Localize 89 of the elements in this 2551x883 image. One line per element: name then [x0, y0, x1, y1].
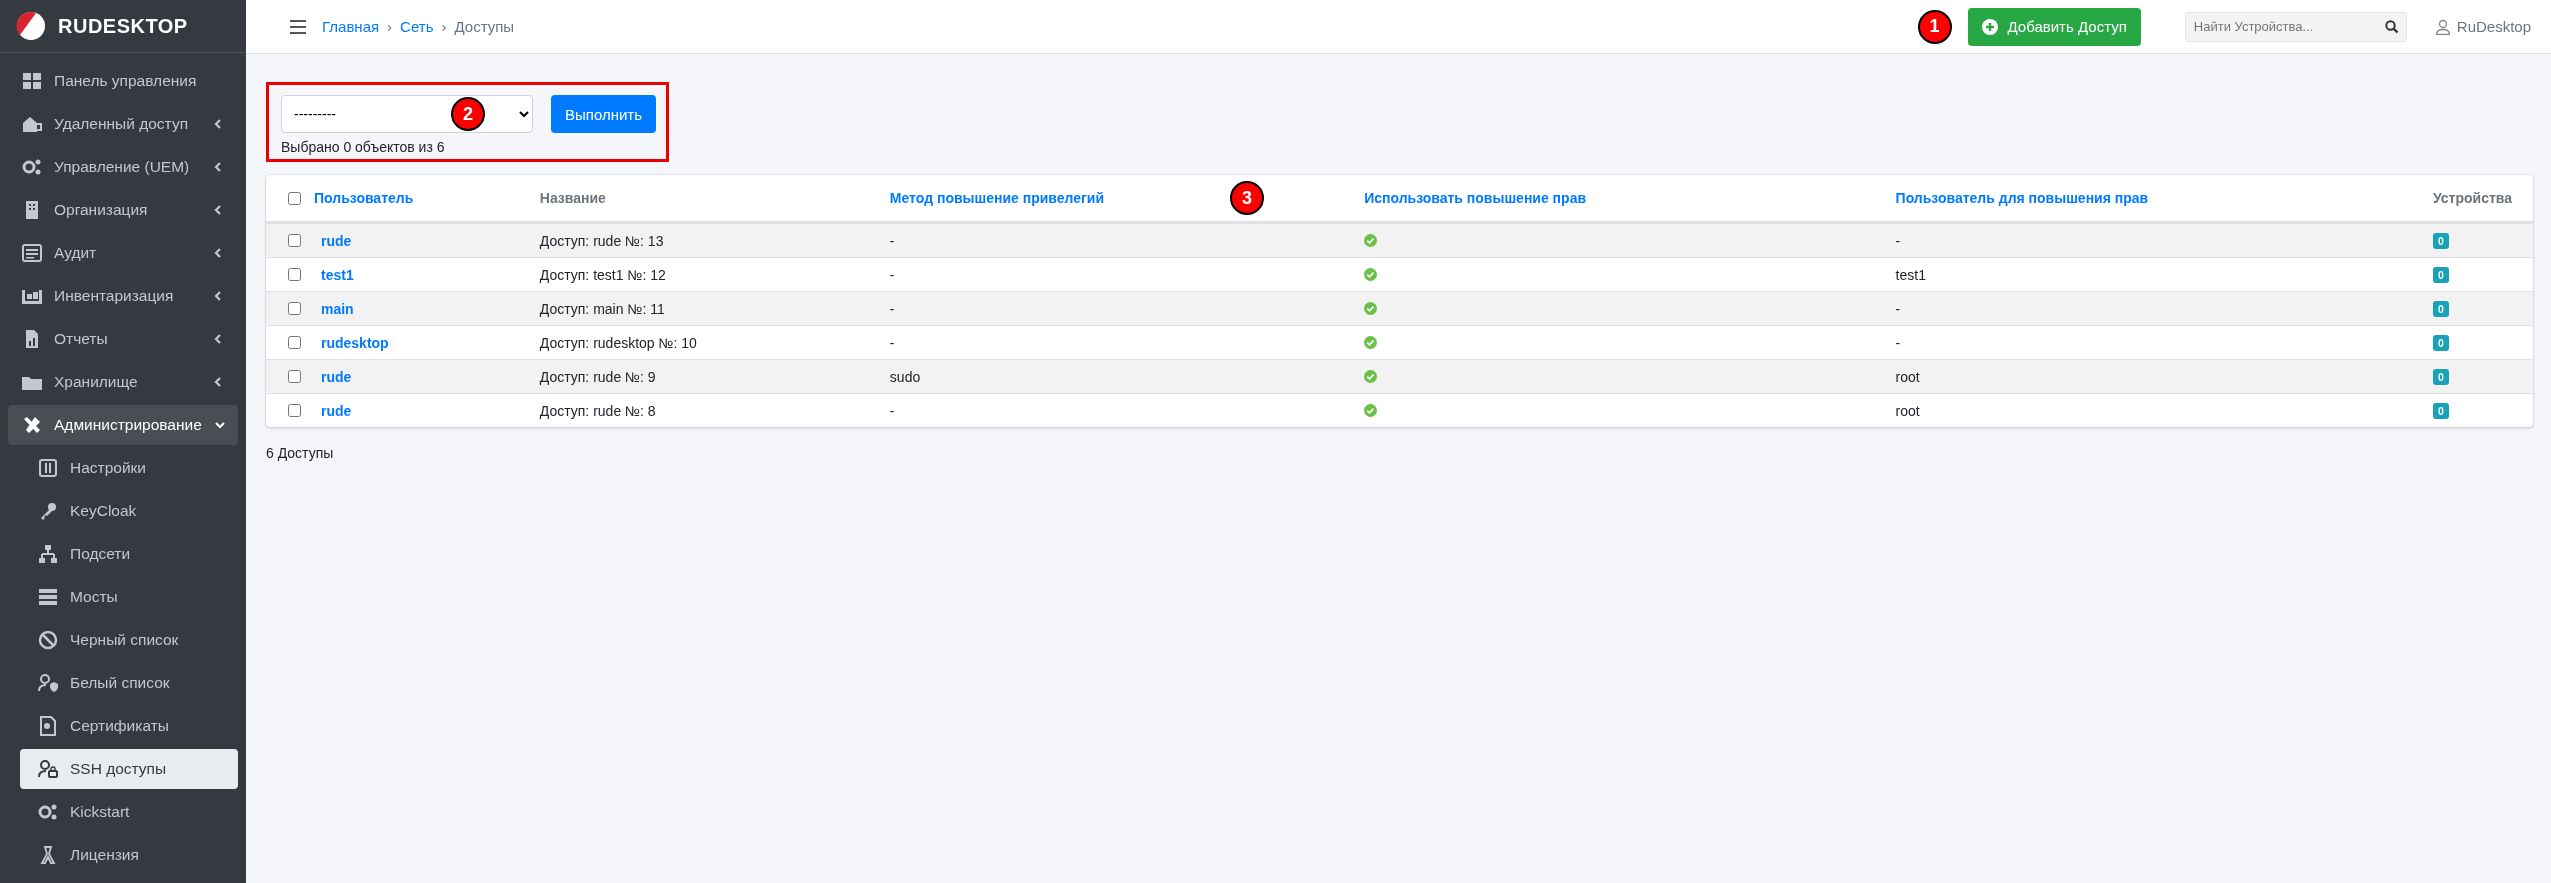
row-checkbox[interactable]: [288, 302, 301, 315]
certificate-icon: [38, 716, 58, 736]
user-link[interactable]: rude: [314, 232, 352, 249]
sidebar-subitem[interactable]: Мосты: [8, 577, 238, 617]
user-link[interactable]: main: [314, 300, 354, 317]
table-cell: sudo: [889, 368, 921, 385]
plus-circle-icon: [1981, 18, 1998, 35]
sidebar-subitem[interactable]: Лицензия: [8, 835, 238, 875]
user-lock-icon: [38, 759, 58, 779]
sidebar-item[interactable]: Инвентаризация: [8, 276, 238, 316]
sidebar-subitem[interactable]: Kickstart: [8, 792, 238, 832]
row-checkbox[interactable]: [288, 336, 301, 349]
ban-icon: [38, 630, 58, 650]
sidebar-subitem[interactable]: Подсети: [8, 534, 238, 574]
table-cell: Доступ: rudesktop №: 10: [539, 334, 697, 351]
caret-icon: [212, 161, 224, 173]
device-count-badge: 0: [2433, 266, 2449, 283]
caret-icon: [212, 118, 224, 130]
caret-icon: [212, 290, 224, 302]
row-checkbox[interactable]: [288, 234, 301, 247]
logo-icon: [16, 11, 46, 41]
server-icon: [38, 587, 58, 607]
table-cell: Доступ: rude №: 13: [539, 232, 664, 249]
sidebar-item[interactable]: Администрирование: [8, 405, 238, 445]
callout-marker: 1: [1917, 9, 1952, 44]
table-cell: -: [889, 334, 895, 351]
table-cell: root: [1895, 402, 1920, 419]
network-icon: [38, 544, 58, 564]
caret-icon: [212, 376, 224, 388]
device-count-badge: 0: [2433, 402, 2449, 419]
table-cell: -: [889, 402, 895, 419]
search-icon[interactable]: [2384, 19, 2399, 34]
row-checkbox[interactable]: [288, 370, 301, 383]
table-cell: -: [889, 232, 895, 249]
user-shield-icon: [38, 673, 58, 693]
table-cell: Доступ: rude №: 8: [539, 402, 656, 419]
caret-icon: [212, 204, 224, 216]
brand-name: RUDESKTOP: [58, 14, 188, 38]
sidebar-item[interactable]: Удаленный доступ: [8, 104, 238, 144]
selection-info: Выбрано 0 объектов из 6: [281, 139, 446, 155]
user-link[interactable]: rude: [314, 368, 352, 385]
sidebar-subitem[interactable]: Сертификаты: [8, 706, 238, 746]
user-name[interactable]: RuDesktop: [2456, 18, 2531, 35]
grid-icon: [22, 71, 42, 91]
sidebar-item[interactable]: Управление (UEM): [8, 147, 238, 187]
table-cell: -: [1895, 334, 1901, 351]
sidebar-item[interactable]: Организация: [8, 190, 238, 230]
row-checkbox[interactable]: [288, 404, 301, 417]
sidebar-subitem[interactable]: Настройки: [8, 448, 238, 488]
breadcrumb-link[interactable]: Сеть: [400, 18, 434, 35]
breadcrumb-separator: ›: [387, 18, 393, 35]
table-cell: -: [1895, 232, 1901, 249]
sidebar-subitem[interactable]: SSH доступы: [20, 749, 238, 789]
sliders-icon: [38, 458, 58, 478]
table-cell: root: [1895, 368, 1920, 385]
menu-icon[interactable]: [290, 19, 306, 34]
caret-icon: [212, 247, 224, 259]
table-cell: -: [889, 300, 895, 317]
record-count: 6 Доступы: [266, 445, 334, 461]
sidebar-item[interactable]: Хранилище: [8, 362, 238, 402]
table-cell: -: [1895, 300, 1901, 317]
row-checkbox[interactable]: [288, 268, 301, 281]
select-all-checkbox[interactable]: [288, 191, 301, 205]
breadcrumb-separator: ›: [441, 18, 447, 35]
sidebar-item[interactable]: Панель управления: [8, 61, 238, 101]
callout-marker: 3: [1230, 181, 1264, 215]
user-link[interactable]: rude: [314, 402, 352, 419]
breadcrumb-link[interactable]: Главная: [322, 18, 380, 35]
table-cell: Доступ: test1 №: 12: [539, 266, 666, 283]
search-field[interactable]: Найти Устройства...: [2184, 11, 2407, 42]
device-count-badge: 0: [2433, 334, 2449, 351]
user-link[interactable]: rudesktop: [314, 334, 389, 351]
table-cell: -: [889, 266, 895, 283]
list-icon: [22, 243, 42, 263]
table-cell: Доступ: main №: 11: [539, 300, 665, 317]
caret-icon: [212, 333, 224, 345]
sidebar-subitem[interactable]: KeyCloak: [8, 491, 238, 531]
sidebar-item[interactable]: Аудит: [8, 233, 238, 273]
sidebar-subitem[interactable]: Черный список: [8, 620, 238, 660]
user-link[interactable]: test1: [314, 266, 354, 283]
sidebar-subitem[interactable]: Белый список: [8, 663, 238, 703]
house-monitor-icon: [22, 114, 42, 134]
sidebar-item[interactable]: Отчеты: [8, 319, 238, 359]
run-button[interactable]: Выполнить: [551, 95, 657, 133]
table-cell: Доступ: rude №: 9: [539, 368, 656, 385]
user-icon: [2434, 18, 2451, 35]
caret-icon: [213, 419, 226, 431]
breadcrumb-current: Доступы: [454, 18, 515, 35]
table-cell: test1: [1895, 266, 1926, 283]
